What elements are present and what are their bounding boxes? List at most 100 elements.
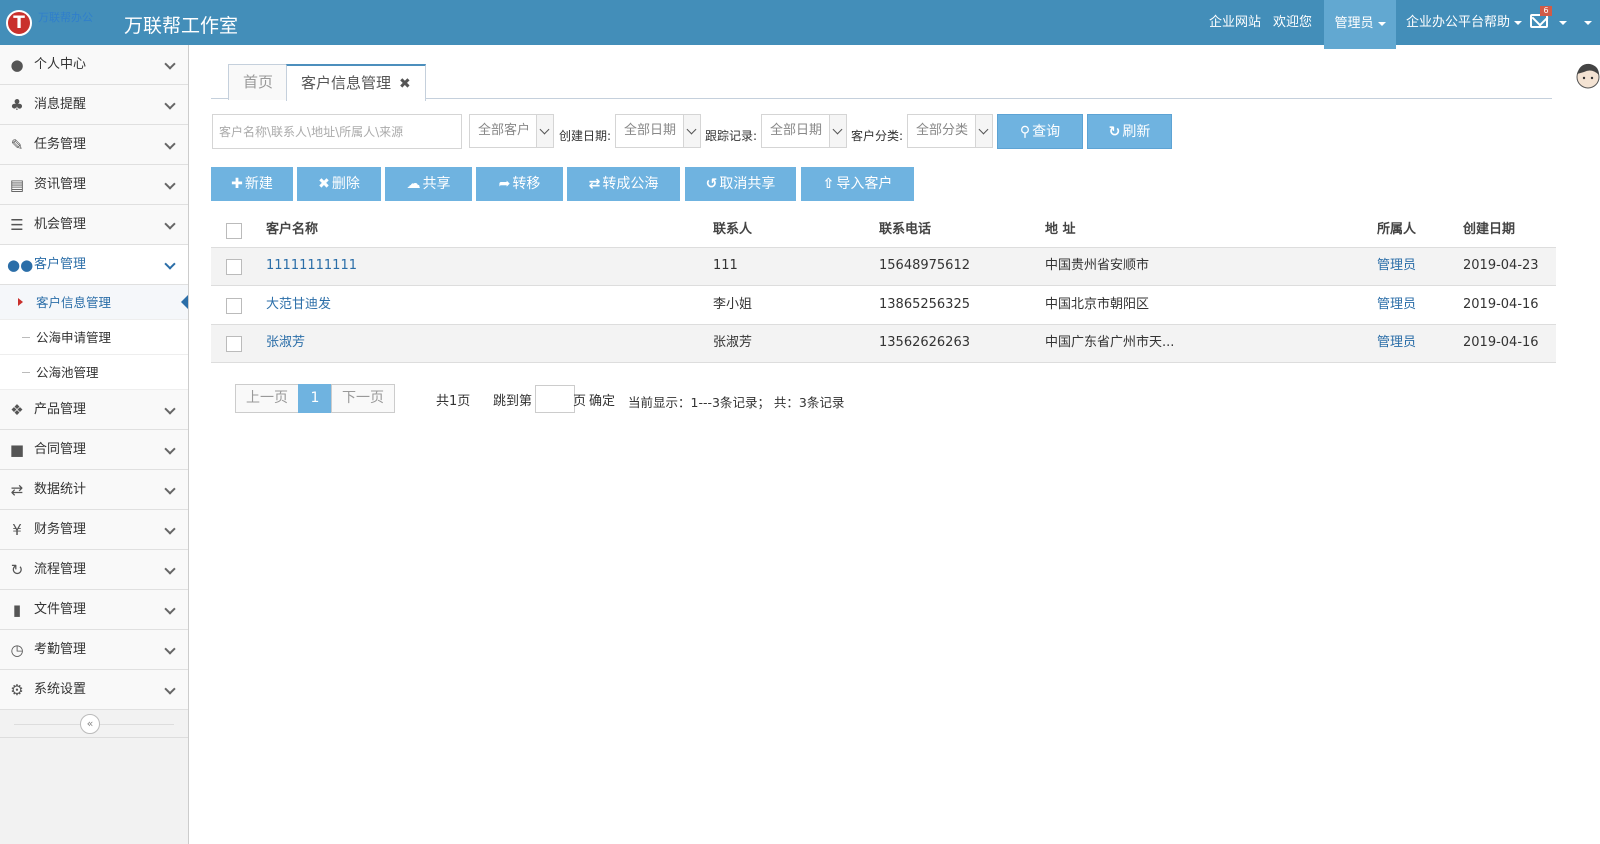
cancel-share-button[interactable]: ↺ 取消共享 — [685, 167, 796, 201]
cloud-icon: ☁ — [406, 176, 421, 192]
table-row: 大范甘迪发 李小姐 13865256325 中国北京市朝阳区 管理员 2019-… — [211, 287, 1556, 325]
sidebar: ● 个人中心 ♣ 消息提醒 ✎ 任务管理 ▤ 资讯管理 ☰ 机会管理 ●● 客户管理 客户信… — [0, 45, 189, 844]
sidebar-item-finance[interactable]: ¥ 财务管理 — [0, 510, 188, 550]
owner-link[interactable]: 管理员 — [1377, 287, 1416, 324]
create-date-select[interactable]: 全部日期 — [615, 114, 701, 148]
category-select[interactable]: 全部分类 — [907, 114, 993, 148]
new-button[interactable]: ✚ 新建 — [211, 167, 293, 201]
sidebar-item-settings[interactable]: ⚙ 系统设置 — [0, 670, 188, 710]
page-1-button[interactable]: 1 — [298, 384, 332, 413]
record-summary: 当前显示：1---3条记录； 共：3条记录 — [628, 395, 845, 410]
col-address[interactable]: 地 址 — [1045, 212, 1076, 247]
transfer-button[interactable]: ➦ 转移 — [476, 167, 563, 201]
chevron-down-icon — [164, 443, 176, 455]
col-owner[interactable]: 所属人 — [1377, 212, 1416, 247]
address-cell: 中国北京市朝阳区 — [1045, 297, 1150, 312]
chevron-down-icon — [164, 523, 176, 535]
help-menu[interactable]: 企业办公平台帮助 — [1406, 0, 1523, 45]
customer-select[interactable]: 全部客户 — [469, 114, 554, 148]
sidebar-item-statistics[interactable]: ⇄ 数据统计 — [0, 470, 188, 510]
top-bar: T 万联帮办公 万联帮工作室 企业网站 欢迎您 管理员 企业办公平台帮助 6 — [0, 0, 1600, 49]
nav-company-site[interactable]: 企业网站 — [1209, 0, 1261, 45]
share-label: 共享 — [422, 176, 451, 192]
sidebar-item-customers[interactable]: ●● 客户管理 — [0, 245, 188, 285]
close-icon[interactable]: ✖ — [399, 76, 411, 92]
col-phone[interactable]: 联系电话 — [879, 212, 931, 247]
address-cell: 中国贵州省安顺市 — [1045, 258, 1150, 273]
search-icon: ⚲ — [1019, 124, 1031, 140]
select-all-checkbox[interactable] — [226, 223, 242, 239]
chevron-down-icon — [164, 603, 176, 615]
close-icon: ✖ — [318, 176, 330, 192]
sidebar-subitem-sea-apply[interactable]: 公海申请管理 — [0, 320, 188, 355]
owner-link[interactable]: 管理员 — [1377, 325, 1416, 362]
sidebar-item-contracts[interactable]: ■ 合同管理 — [0, 430, 188, 470]
tab-home[interactable]: 首页 — [228, 64, 289, 100]
avatar[interactable] — [1572, 60, 1600, 94]
next-page-button[interactable]: 下一页 — [331, 384, 395, 413]
chevron-down-icon — [164, 58, 176, 70]
sidebar-item-label: 产品管理 — [34, 402, 87, 417]
mail-icon[interactable] — [1530, 14, 1548, 28]
bell-icon: ♣ — [10, 96, 24, 114]
more-caret[interactable] — [1580, 0, 1592, 45]
delete-button[interactable]: ✖ 删除 — [297, 167, 381, 201]
customer-name-link[interactable]: 张淑芳 — [266, 325, 305, 362]
share-arrow-icon: ➦ — [498, 176, 511, 192]
sidebar-subitem-customer-info[interactable]: 客户信息管理 — [0, 285, 188, 320]
upload-icon: ⇧ — [822, 176, 835, 192]
customer-select-value: 全部客户 — [478, 123, 531, 138]
sidebar-item-label: 资讯管理 — [34, 177, 87, 192]
query-button[interactable]: ⚲ 查询 — [997, 114, 1083, 149]
col-created-date[interactable]: 创建日期 — [1463, 212, 1515, 247]
follow-select[interactable]: 全部日期 — [761, 114, 847, 148]
sidebar-item-label: 个人中心 — [34, 57, 87, 72]
follow-label: 跟踪记录: — [705, 129, 758, 143]
customer-name-link[interactable]: 大范甘迪发 — [266, 287, 331, 324]
chevron-down-icon — [164, 683, 176, 695]
share-button[interactable]: ☁ 共享 — [385, 167, 472, 201]
refresh-button[interactable]: ↻ 刷新 — [1087, 114, 1172, 149]
address-cell: 中国广东省广州市天... — [1045, 335, 1175, 350]
row-checkbox[interactable] — [226, 336, 242, 352]
search-input[interactable] — [212, 114, 462, 149]
sidebar-item-products[interactable]: ❖ 产品管理 — [0, 390, 188, 430]
chevron-down-icon — [164, 178, 176, 190]
import-customer-button[interactable]: ⇧ 导入客户 — [801, 167, 914, 201]
undo-icon: ↺ — [705, 176, 718, 192]
row-checkbox[interactable] — [226, 298, 242, 314]
sidebar-item-messages[interactable]: ♣ 消息提醒 — [0, 85, 188, 125]
prev-page-button[interactable]: 上一页 — [235, 384, 299, 413]
contact-cell: 张淑芳 — [713, 335, 753, 350]
collapse-icon[interactable]: « — [80, 714, 100, 734]
cancel-share-label: 取消共享 — [719, 176, 776, 192]
sidebar-item-attendance[interactable]: ◷ 考勤管理 — [0, 630, 188, 670]
sidebar-subitem-sea-pool[interactable]: 公海池管理 — [0, 355, 188, 390]
logo-text: 万联帮办公 — [38, 11, 93, 24]
chevron-down-icon — [164, 643, 176, 655]
col-customer-name[interactable]: 客户名称 — [266, 212, 318, 247]
sidebar-item-opportunities[interactable]: ☰ 机会管理 — [0, 205, 188, 245]
col-contact[interactable]: 联系人 — [713, 212, 752, 247]
row-checkbox[interactable] — [226, 259, 242, 275]
sidebar-item-workflow[interactable]: ↻ 流程管理 — [0, 550, 188, 590]
confirm-link[interactable]: 确定 — [589, 390, 615, 409]
chevron-down-icon — [164, 138, 176, 150]
sidebar-item-tasks[interactable]: ✎ 任务管理 — [0, 125, 188, 165]
customer-name-link[interactable]: 11111111111 — [266, 248, 357, 285]
create-date-select-value: 全部日期 — [624, 123, 677, 138]
sidebar-item-news[interactable]: ▤ 资讯管理 — [0, 165, 188, 205]
phone-cell: 15648975612 — [879, 258, 970, 273]
date-cell: 2019-04-16 — [1463, 297, 1539, 312]
file-icon: ▮ — [12, 601, 22, 619]
jump-page-input[interactable] — [535, 385, 575, 413]
tab-customer-info[interactable]: 客户信息管理 ✖ — [286, 64, 426, 101]
user-menu[interactable]: 管理员 — [1324, 0, 1396, 49]
mail-caret[interactable] — [1555, 0, 1567, 45]
to-public-sea-button[interactable]: ⇄ 转成公海 — [567, 167, 680, 201]
chevron-down-icon — [164, 563, 176, 575]
sidebar-item-personal[interactable]: ● 个人中心 — [0, 45, 188, 85]
owner-link[interactable]: 管理员 — [1377, 248, 1416, 285]
sidebar-item-files[interactable]: ▮ 文件管理 — [0, 590, 188, 630]
refresh-label: 刷新 — [1122, 124, 1151, 140]
